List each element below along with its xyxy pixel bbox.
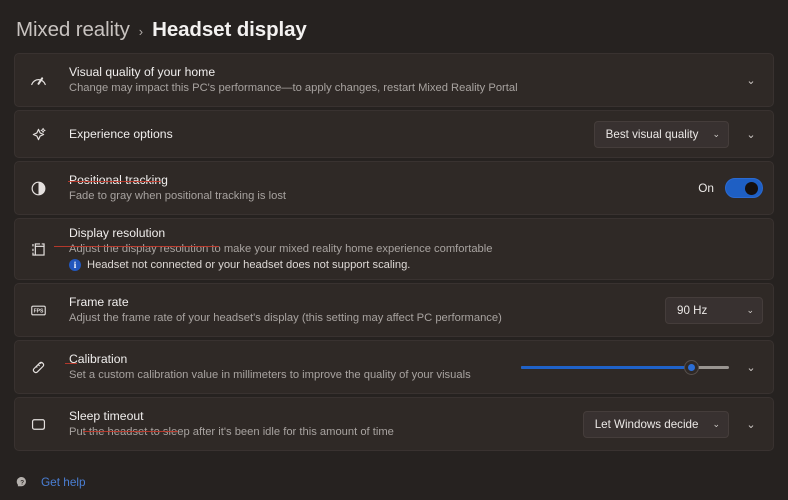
sleep-timeout-dropdown[interactable]: Let Windows decide ⌄ <box>583 411 729 438</box>
positional-tracking-toggle[interactable] <box>725 178 763 198</box>
setting-controls: On <box>698 178 763 198</box>
page-title: Headset display <box>152 18 307 42</box>
get-help-link[interactable]: Get help <box>41 475 86 489</box>
calibration-slider[interactable] <box>521 356 729 378</box>
setting-text-block: Experience options <box>69 127 594 142</box>
ruler-icon <box>29 358 69 377</box>
setting-row-frame-rate[interactable]: FPS Frame rate Adjust the frame rate of … <box>14 283 774 337</box>
chevron-down-icon: ⌄ <box>712 419 720 430</box>
setting-row-display-resolution[interactable]: Display resolution Adjust the display re… <box>14 218 774 280</box>
setting-controls: ⌄ <box>521 356 763 378</box>
expand-chevron-down-icon[interactable]: ⌄ <box>739 361 763 374</box>
setting-title: Calibration <box>69 352 521 367</box>
setting-controls: ⌄ <box>739 74 763 87</box>
setting-text-block: Positional tracking Fade to gray when po… <box>69 173 698 203</box>
dropdown-value: 90 Hz <box>677 304 707 317</box>
setting-row-positional-tracking[interactable]: Positional tracking Fade to gray when po… <box>14 161 774 215</box>
setting-note: i Headset not connected or your headset … <box>69 258 763 272</box>
slider-fill <box>521 366 692 369</box>
setting-title: Sleep timeout <box>69 409 583 424</box>
settings-page: Mixed reality › Headset display Visual q… <box>0 0 788 500</box>
setting-title: Positional tracking <box>69 173 698 188</box>
toggle-state-label: On <box>698 181 714 195</box>
setting-row-experience-options[interactable]: Experience options Best visual quality ⌄… <box>14 110 774 158</box>
setting-controls: 90 Hz ⌄ <box>665 297 763 324</box>
setting-title: Frame rate <box>69 295 665 310</box>
positional-tracking-toggle-group[interactable]: On <box>698 178 763 198</box>
expand-chevron-down-icon[interactable]: ⌄ <box>739 418 763 431</box>
breadcrumb-parent-link[interactable]: Mixed reality <box>16 18 130 42</box>
toggle-knob <box>745 182 758 195</box>
help-icon: ? <box>14 473 31 490</box>
experience-options-dropdown[interactable]: Best visual quality ⌄ <box>594 121 729 148</box>
setting-text-block: Frame rate Adjust the frame rate of your… <box>69 295 665 325</box>
setting-text-block: Sleep timeout Put the headset to sleep a… <box>69 409 583 439</box>
setting-controls: Let Windows decide ⌄ ⌄ <box>583 411 763 438</box>
setting-title: Visual quality of your home <box>69 65 739 80</box>
fps-icon: FPS <box>29 301 69 320</box>
setting-subtitle: Set a custom calibration value in millim… <box>69 368 521 382</box>
setting-row-visual-quality[interactable]: Visual quality of your home Change may i… <box>14 53 774 107</box>
sleep-icon <box>29 415 69 434</box>
setting-text-block: Display resolution Adjust the display re… <box>69 226 763 272</box>
breadcrumb-separator-icon: › <box>139 21 143 39</box>
dropdown-value: Let Windows decide <box>595 418 699 431</box>
chevron-down-icon: ⌄ <box>746 305 754 316</box>
setting-row-sleep-timeout[interactable]: Sleep timeout Put the headset to sleep a… <box>14 397 774 451</box>
breadcrumb: Mixed reality › Headset display <box>0 0 788 48</box>
svg-text:FPS: FPS <box>34 308 44 314</box>
setting-controls: Best visual quality ⌄ ⌄ <box>594 121 763 148</box>
setting-subtitle: Adjust the display resolution to make yo… <box>69 242 763 256</box>
setting-title: Display resolution <box>69 226 763 241</box>
setting-subtitle: Adjust the frame rate of your headset's … <box>69 311 665 325</box>
setting-subtitle: Fade to gray when positional tracking is… <box>69 189 698 203</box>
setting-subtitle: Put the headset to sleep after it's been… <box>69 425 583 439</box>
gauge-icon <box>29 71 69 90</box>
settings-card-list: Visual quality of your home Change may i… <box>0 48 788 451</box>
chevron-down-icon: ⌄ <box>712 129 720 140</box>
setting-text-block: Calibration Set a custom calibration val… <box>69 352 521 382</box>
scaling-icon <box>29 240 69 259</box>
sparkle-icon <box>29 125 69 144</box>
footer: ? Get help <box>14 473 86 490</box>
svg-text:?: ? <box>20 479 24 486</box>
expand-chevron-down-icon[interactable]: ⌄ <box>739 74 763 87</box>
dropdown-value: Best visual quality <box>606 128 699 141</box>
setting-row-calibration[interactable]: Calibration Set a custom calibration val… <box>14 340 774 394</box>
info-icon: i <box>69 259 81 271</box>
frame-rate-dropdown[interactable]: 90 Hz ⌄ <box>665 297 763 324</box>
setting-title: Experience options <box>69 127 594 142</box>
slider-thumb[interactable] <box>684 360 699 375</box>
setting-subtitle: Change may impact this PC's performance—… <box>69 81 739 95</box>
expand-chevron-down-icon[interactable]: ⌄ <box>739 128 763 141</box>
half-circle-icon <box>29 179 69 198</box>
setting-note-text: Headset not connected or your headset do… <box>87 258 410 272</box>
setting-text-block: Visual quality of your home Change may i… <box>69 65 739 95</box>
